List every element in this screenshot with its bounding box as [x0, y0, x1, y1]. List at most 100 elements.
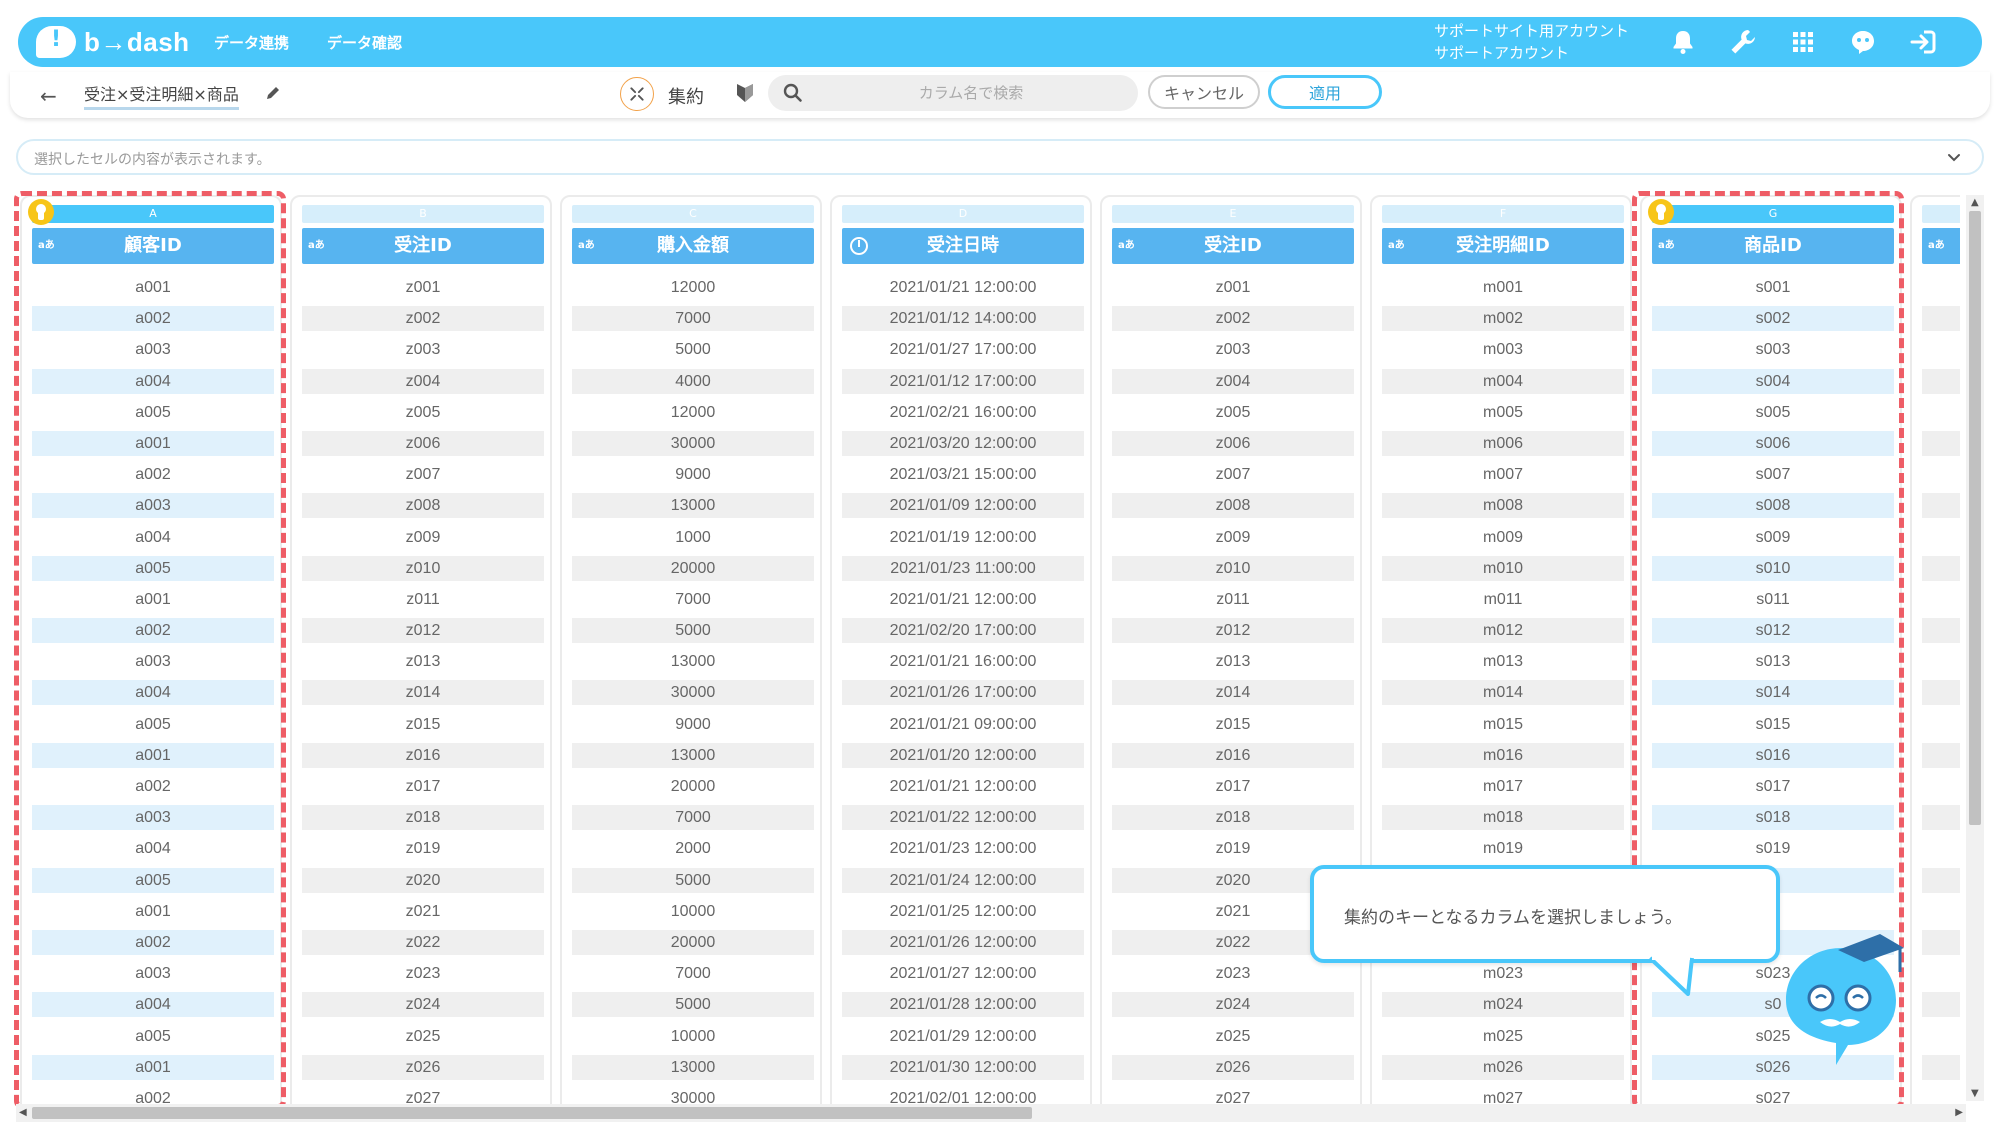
table-cell[interactable]: 30000 — [572, 430, 814, 456]
back-arrow-icon[interactable]: ← — [40, 84, 57, 108]
table-cell[interactable]: a002 — [32, 618, 274, 644]
table-cell[interactable]: a005 — [32, 1024, 274, 1049]
table-cell[interactable]: s003 — [1652, 337, 1894, 362]
table-cell[interactable]: 10000 — [572, 1024, 814, 1049]
table-cell[interactable]: z017 — [302, 774, 544, 799]
table-cell[interactable]: 30000 — [572, 680, 814, 706]
table-cell[interactable] — [1922, 1054, 1960, 1080]
table-cell[interactable]: z009 — [1112, 525, 1354, 550]
table-cell[interactable]: a002 — [32, 774, 274, 799]
table-cell[interactable]: z025 — [1112, 1024, 1354, 1049]
scroll-left-arrow-icon[interactable]: ◀ — [19, 1107, 27, 1118]
table-cell[interactable]: a002 — [32, 929, 274, 955]
table-cell[interactable]: s012 — [1652, 618, 1894, 644]
table-cell[interactable]: z020 — [302, 867, 544, 893]
table-cell[interactable]: m002 — [1382, 306, 1624, 332]
table-cell[interactable]: 2000 — [572, 836, 814, 861]
table-cell[interactable] — [1922, 774, 1960, 799]
table-cell[interactable] — [1922, 400, 1960, 425]
table-cell[interactable]: 7000 — [572, 587, 814, 612]
breadcrumb-title[interactable]: 受注×受注明細×商品 — [84, 81, 239, 110]
table-cell[interactable]: m018 — [1382, 805, 1624, 831]
table-cell[interactable]: z023 — [1112, 961, 1354, 986]
apps-grid-icon[interactable] — [1788, 27, 1818, 57]
table-cell[interactable]: 2021/01/21 09:00:00 — [842, 712, 1084, 737]
column-header[interactable]: aあ 顧客ID — [32, 228, 274, 264]
table-cell[interactable]: 4000 — [572, 368, 814, 394]
table-cell[interactable]: z007 — [302, 462, 544, 487]
table-cell[interactable]: s014 — [1652, 680, 1894, 706]
table-cell[interactable]: 2021/02/20 17:00:00 — [842, 618, 1084, 644]
table-cell[interactable]: a002 — [32, 306, 274, 332]
column-search[interactable] — [768, 75, 1138, 111]
table-cell[interactable]: 2021/01/23 12:00:00 — [842, 836, 1084, 861]
beginner-mark-icon[interactable] — [734, 81, 756, 105]
table-cell[interactable]: a001 — [32, 430, 274, 456]
key-pin-icon[interactable] — [28, 199, 54, 225]
table-cell[interactable] — [1922, 618, 1960, 644]
table-cell[interactable]: m012 — [1382, 618, 1624, 644]
table-cell[interactable]: m019 — [1382, 836, 1624, 861]
table-cell[interactable]: m023 — [1382, 961, 1624, 986]
table-cell[interactable]: a005 — [32, 555, 274, 581]
wrench-icon[interactable] — [1728, 27, 1758, 57]
table-cell[interactable]: 5000 — [572, 867, 814, 893]
table-cell[interactable]: m008 — [1382, 493, 1624, 519]
table-cell[interactable]: 10000 — [572, 899, 814, 924]
table-cell[interactable]: m009 — [1382, 525, 1624, 550]
table-cell[interactable]: a005 — [32, 400, 274, 425]
table-cell[interactable]: z004 — [302, 368, 544, 394]
table-cell[interactable] — [1922, 680, 1960, 706]
table-cell[interactable]: 2021/01/23 11:00:00 — [842, 555, 1084, 581]
table-cell[interactable]: z010 — [1112, 555, 1354, 581]
table-cell[interactable]: 7000 — [572, 306, 814, 332]
table-cell[interactable]: s005 — [1652, 400, 1894, 425]
chevron-down-icon[interactable] — [1946, 149, 1962, 165]
table-cell[interactable]: z022 — [302, 929, 544, 955]
table-cell[interactable]: s017 — [1652, 774, 1894, 799]
table-cell[interactable] — [1922, 742, 1960, 768]
table-cell[interactable]: m014 — [1382, 680, 1624, 706]
table-cell[interactable]: 2021/01/26 12:00:00 — [842, 929, 1084, 955]
table-cell[interactable]: 5000 — [572, 337, 814, 362]
table-cell[interactable]: m007 — [1382, 462, 1624, 487]
bdash-logo[interactable]: b→dash — [36, 26, 190, 58]
search-input[interactable] — [816, 81, 1126, 105]
column-order-id[interactable]: Baあ 受注ID z001 z002 z003 z004 z005 z006 z007 z008 z… — [290, 195, 552, 1107]
table-cell[interactable]: z008 — [302, 493, 544, 519]
bell-icon[interactable] — [1668, 27, 1698, 57]
table-cell[interactable]: a003 — [32, 805, 274, 831]
table-cell[interactable] — [1922, 555, 1960, 581]
table-cell[interactable]: 12000 — [572, 275, 814, 300]
table-cell[interactable]: 2021/01/27 17:00:00 — [842, 337, 1084, 362]
table-cell[interactable]: s001 — [1652, 275, 1894, 300]
horizontal-scrollbar[interactable]: ◀ ▶ — [16, 1104, 1966, 1122]
table-cell[interactable]: s016 — [1652, 742, 1894, 768]
table-cell[interactable]: m001 — [1382, 275, 1624, 300]
table-cell[interactable]: a003 — [32, 649, 274, 674]
table-cell[interactable]: z014 — [302, 680, 544, 706]
column-order-id-2[interactable]: Eaあ 受注ID z001 z002 z003 z004 z005 z006 z007 z008 z… — [1100, 195, 1362, 1107]
table-cell[interactable]: 13000 — [572, 742, 814, 768]
table-cell[interactable] — [1922, 368, 1960, 394]
table-cell[interactable]: 2021/01/29 12:00:00 — [842, 1024, 1084, 1049]
table-cell[interactable]: m025 — [1382, 1024, 1624, 1049]
table-cell[interactable]: m010 — [1382, 555, 1624, 581]
column-header[interactable]: aあ 商品ID — [1652, 228, 1894, 264]
table-cell[interactable]: 2021/01/20 12:00:00 — [842, 742, 1084, 768]
table-cell[interactable]: 2021/03/21 15:00:00 — [842, 462, 1084, 487]
column-header[interactable]: 受注日時 — [842, 228, 1084, 264]
table-cell[interactable]: a002 — [32, 462, 274, 487]
table-cell[interactable]: s008 — [1652, 493, 1894, 519]
table-cell[interactable]: z024 — [302, 992, 544, 1018]
table-cell[interactable]: z003 — [302, 337, 544, 362]
table-cell[interactable] — [1922, 525, 1960, 550]
table-cell[interactable]: a003 — [32, 961, 274, 986]
table-cell[interactable]: 2021/01/09 12:00:00 — [842, 493, 1084, 519]
table-cell[interactable]: m004 — [1382, 368, 1624, 394]
table-cell[interactable]: a004 — [32, 992, 274, 1018]
table-cell[interactable]: 2021/01/12 14:00:00 — [842, 306, 1084, 332]
column-header[interactable]: aあ — [1922, 228, 1960, 264]
table-cell[interactable] — [1922, 961, 1960, 986]
table-cell[interactable]: 1000 — [572, 525, 814, 550]
